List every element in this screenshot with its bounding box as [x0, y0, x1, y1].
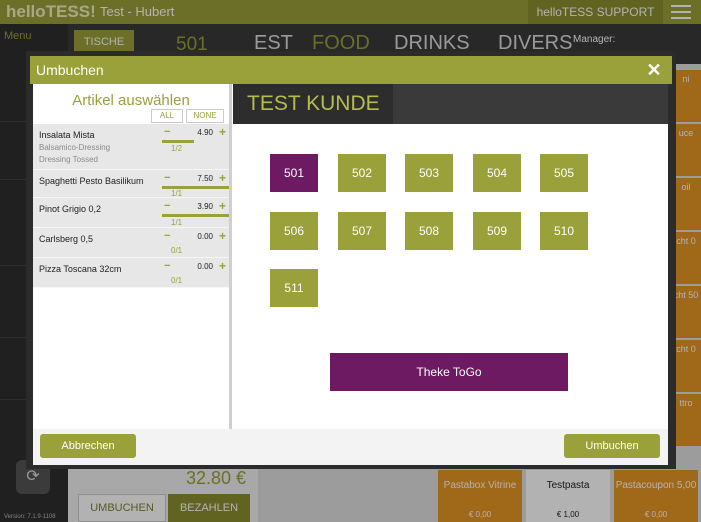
article-quantity: 1/1	[171, 218, 183, 227]
article-price: 7.50	[197, 174, 213, 183]
increase-button[interactable]: +	[219, 229, 226, 243]
umbuchen-confirm-button[interactable]: Umbuchen	[564, 434, 660, 458]
decrease-button[interactable]: −	[164, 200, 170, 212]
article-row[interactable]: Pinot Grigio 0,2 − 3.90 + 1/1	[33, 198, 229, 228]
article-quantity: 0/1	[171, 246, 183, 255]
article-quantity: 1/2	[171, 144, 183, 153]
table-button-504[interactable]: 504	[473, 154, 521, 192]
article-row[interactable]: Carlsberg 0,5 − 0.00 + 0/1	[33, 228, 229, 258]
umbuchen-dialog: Umbuchen ✕ Artikel auswählen ALL NONE In…	[26, 51, 676, 469]
article-row[interactable]: Pizza Toscana 32cm − 0.00 + 0/1	[33, 258, 229, 288]
table-button-506[interactable]: 506	[270, 212, 318, 250]
increase-button[interactable]: +	[219, 199, 226, 213]
article-quantity: 0/1	[171, 276, 183, 285]
article-price: 3.90	[197, 202, 213, 211]
customer-header: TEST KUNDE	[233, 84, 668, 124]
article-name: Insalata Mista	[39, 130, 95, 140]
article-quantity: 1/1	[171, 189, 183, 198]
article-name: Pinot Grigio 0,2	[39, 204, 102, 214]
article-row[interactable]: Insalata Mista Balsamico-Dressing Dressi…	[33, 124, 229, 170]
cancel-button[interactable]: Abbrechen	[40, 434, 136, 458]
table-button-502[interactable]: 502	[338, 154, 386, 192]
decrease-button[interactable]: −	[164, 230, 170, 242]
customer-title: TEST KUNDE	[233, 84, 393, 124]
dialog-body: Artikel auswählen ALL NONE Insalata Mist…	[33, 84, 668, 429]
select-none-button[interactable]: NONE	[186, 109, 224, 123]
table-button-503[interactable]: 503	[405, 154, 453, 192]
article-price: 0.00	[197, 232, 213, 241]
table-button-505[interactable]: 505	[540, 154, 588, 192]
scrollbar[interactable]	[229, 84, 232, 429]
decrease-button[interactable]: −	[164, 172, 170, 184]
decrease-button[interactable]: −	[164, 126, 170, 138]
article-row[interactable]: Spaghetti Pesto Basilikum − 7.50 + 1/1	[33, 170, 229, 198]
table-button-509[interactable]: 509	[473, 212, 521, 250]
close-icon[interactable]: ✕	[644, 60, 664, 80]
article-name: Pizza Toscana 32cm	[39, 264, 122, 274]
articles-heading: Artikel auswählen	[72, 92, 190, 109]
dialog-footer: Abbrechen Umbuchen	[33, 429, 668, 465]
article-price: 0.00	[197, 262, 213, 271]
increase-button[interactable]: +	[219, 259, 226, 273]
article-note: Dressing Tossed	[39, 155, 98, 164]
article-note: Balsamico-Dressing	[39, 143, 111, 152]
table-button-508[interactable]: 508	[405, 212, 453, 250]
article-price: 4.90	[197, 128, 213, 137]
increase-button[interactable]: +	[219, 125, 226, 139]
decrease-button[interactable]: −	[164, 260, 170, 272]
article-selection-panel: Artikel auswählen ALL NONE Insalata Mist…	[33, 84, 229, 429]
theke-togo-button[interactable]: Theke ToGo	[330, 353, 568, 391]
dialog-title: Umbuchen	[36, 62, 104, 78]
table-button-501[interactable]: 501	[270, 154, 318, 192]
table-button-507[interactable]: 507	[338, 212, 386, 250]
quantity-bar	[162, 214, 229, 217]
select-all-button[interactable]: ALL	[151, 109, 183, 123]
quantity-bar	[162, 140, 194, 143]
article-name: Carlsberg 0,5	[39, 234, 94, 244]
table-button-510[interactable]: 510	[540, 212, 588, 250]
target-table-panel: TEST KUNDE 501 502 503 504 505 506 507 5…	[233, 84, 668, 429]
increase-button[interactable]: +	[219, 171, 226, 185]
dialog-header: Umbuchen ✕	[30, 56, 672, 84]
table-button-511[interactable]: 511	[270, 269, 318, 307]
article-name: Spaghetti Pesto Basilikum	[39, 176, 144, 186]
